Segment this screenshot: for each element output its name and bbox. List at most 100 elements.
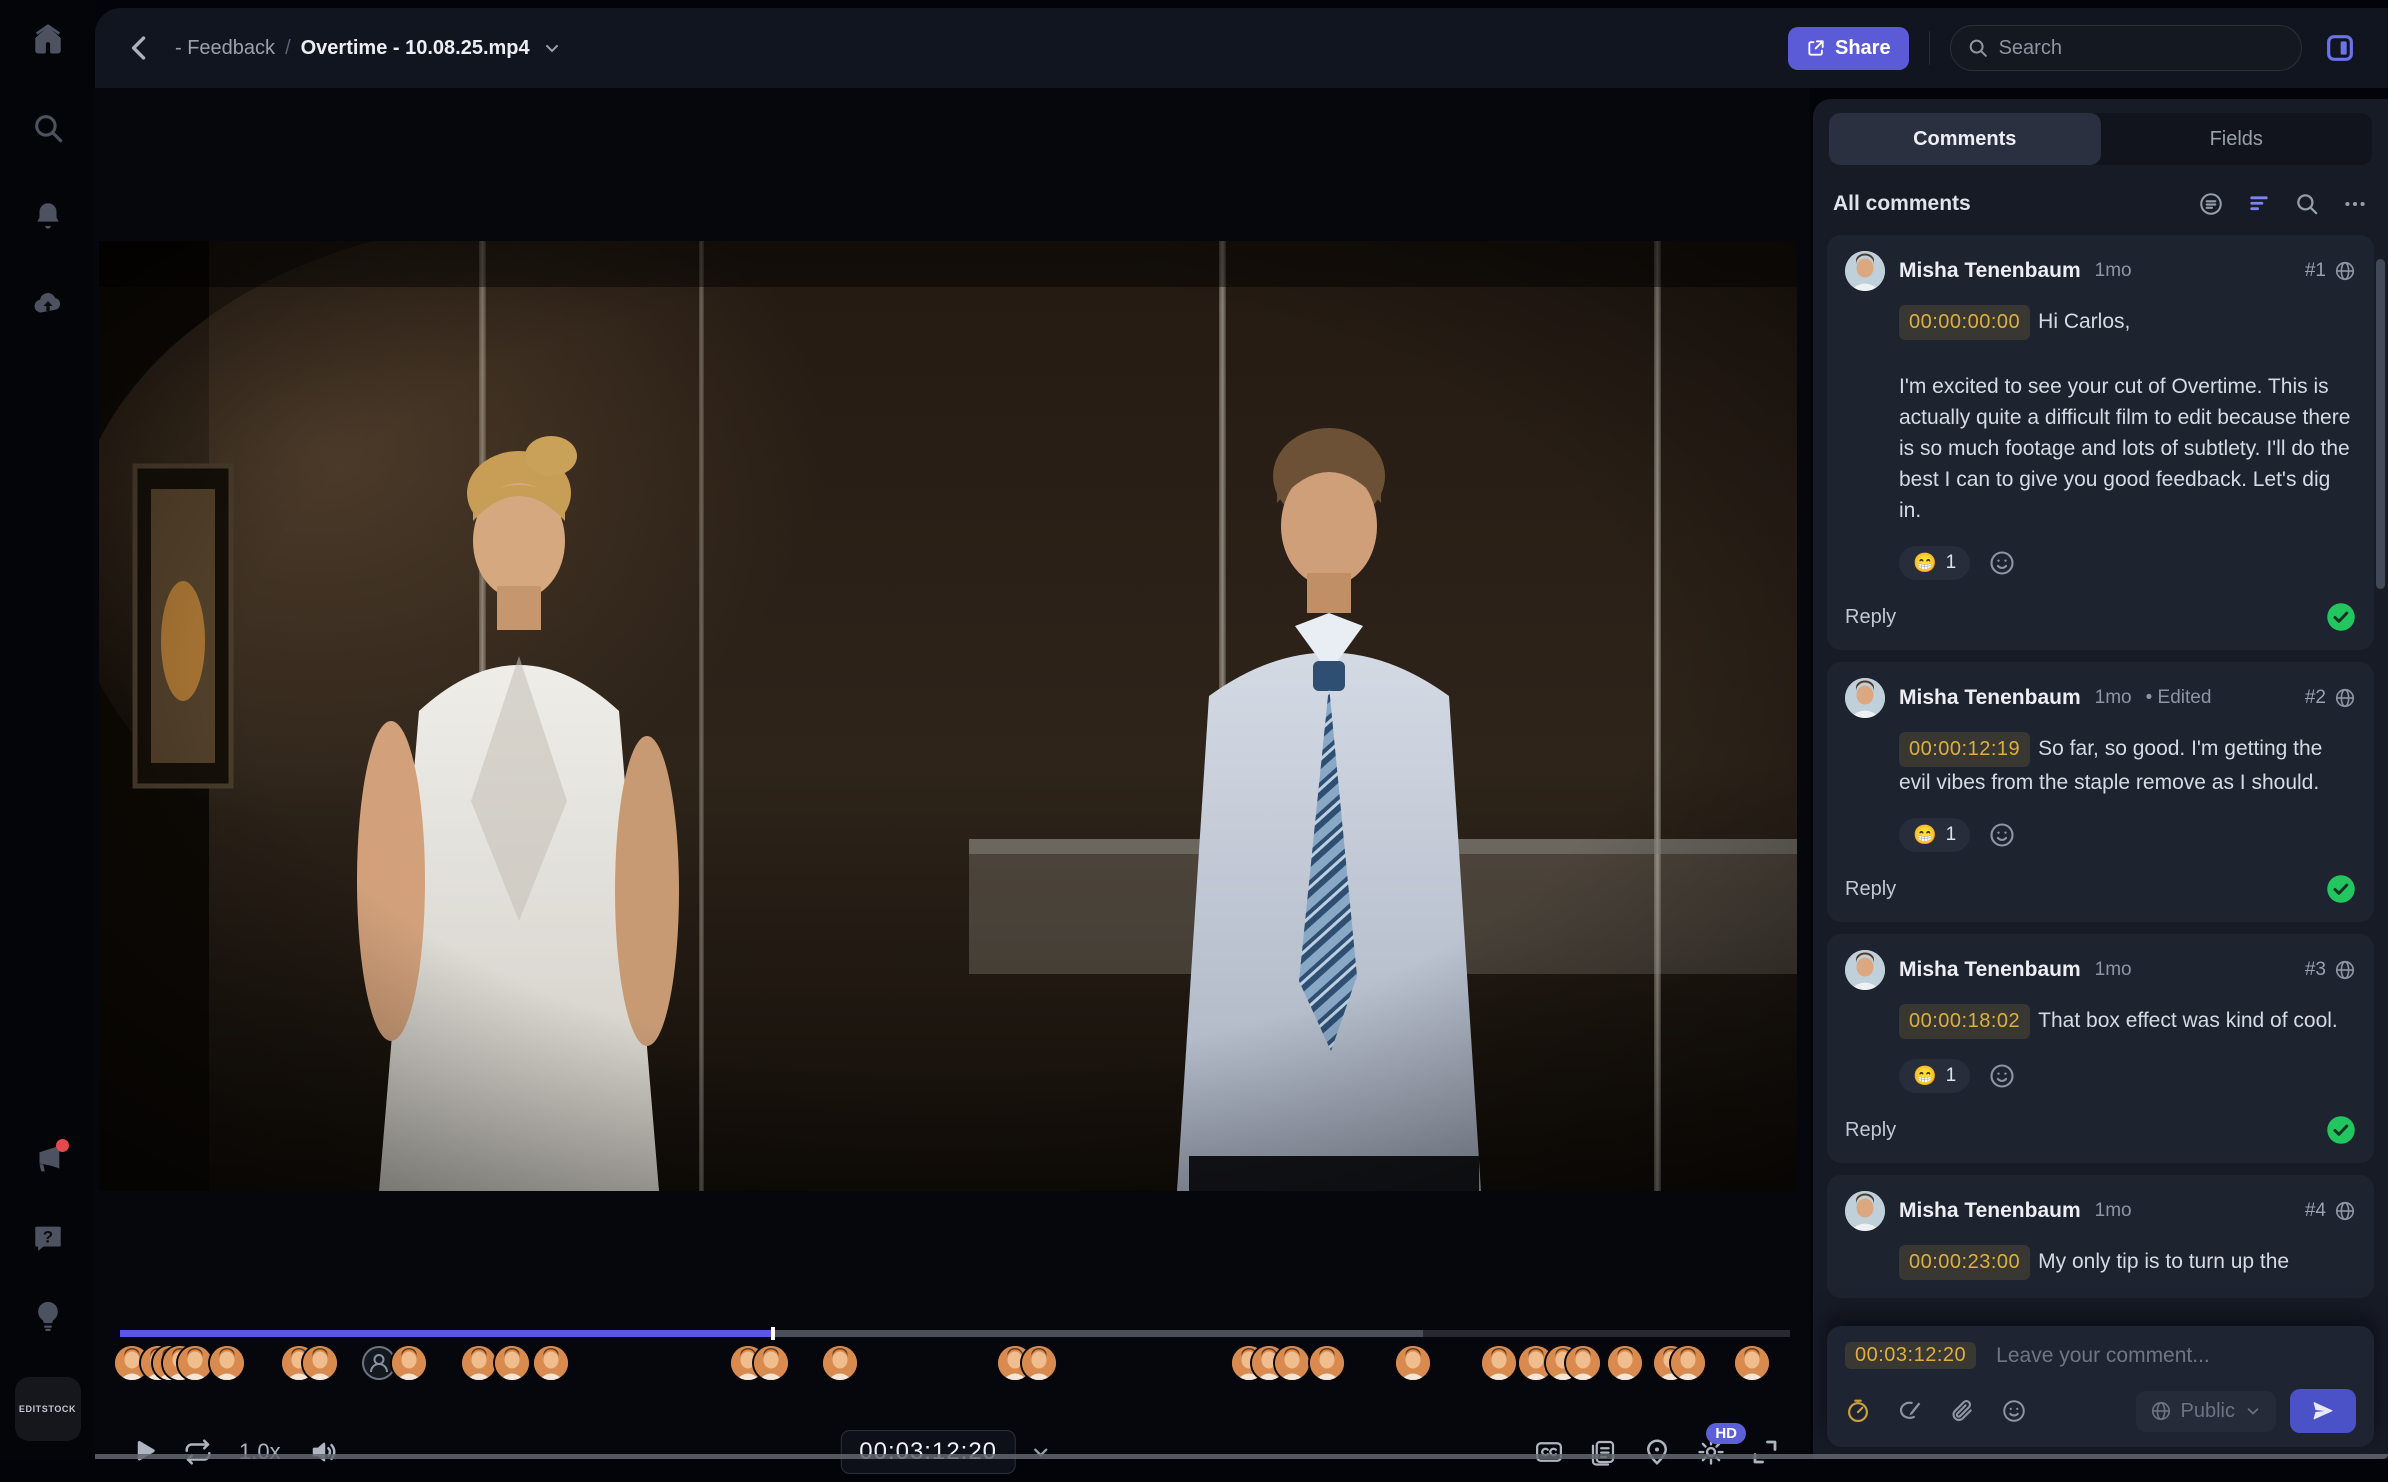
player-controls: 1.0x 00:03:12:20: [95, 1422, 1810, 1482]
play-button[interactable]: [129, 1437, 159, 1467]
comment-marker[interactable]: [210, 1346, 244, 1380]
search-input[interactable]: [1999, 37, 2285, 60]
reply-button[interactable]: Reply: [1845, 878, 1896, 901]
right-panel: Comments Fields All comments: [1810, 88, 2388, 1459]
draw-annotation-icon[interactable]: [1897, 1398, 1923, 1424]
more-options-icon[interactable]: [2342, 191, 2368, 217]
reply-button[interactable]: Reply: [1845, 1119, 1896, 1142]
comment-author[interactable]: Misha Tenenbaum: [1899, 1199, 2081, 1223]
location-marker-button[interactable]: [1642, 1437, 1672, 1467]
settings-gear-button[interactable]: HD: [1696, 1437, 1726, 1467]
comment-card[interactable]: Misha Tenenbaum 1mo #4: [1827, 1175, 2374, 1298]
comment-marker[interactable]: [178, 1346, 212, 1380]
comment-timestamp-chip[interactable]: 00:00:12:19: [1899, 732, 2030, 767]
comment-marker[interactable]: [1022, 1346, 1056, 1380]
help-bubble-icon[interactable]: ?: [31, 1221, 65, 1255]
hd-quality-badge[interactable]: HD: [1706, 1423, 1746, 1444]
send-plane-icon: [2311, 1399, 2335, 1423]
comment-input[interactable]: [1996, 1344, 2356, 1368]
loop-button[interactable]: [183, 1437, 213, 1467]
comment-author[interactable]: Misha Tenenbaum: [1899, 259, 2081, 283]
comment-composer: 00:03:12:20: [1827, 1326, 2374, 1447]
timestamp-toggle-icon[interactable]: [1845, 1398, 1871, 1424]
panel-toggle-icon[interactable]: [2324, 32, 2356, 64]
reaction-pill[interactable]: 😁 1: [1899, 818, 1970, 852]
search-nav-icon[interactable]: [31, 111, 65, 145]
home-icon[interactable]: [31, 23, 65, 57]
comment-timestamp-chip[interactable]: 00:00:00:00: [1899, 305, 2030, 340]
title-chevron-down-icon[interactable]: [542, 38, 562, 58]
timeline-scrubber[interactable]: [120, 1330, 1790, 1337]
comment-card[interactable]: Misha Tenenbaum 1mo #3: [1827, 934, 2374, 1163]
comments-filter-label[interactable]: All comments: [1833, 192, 1971, 216]
visibility-dropdown[interactable]: Public: [2136, 1391, 2276, 1432]
attachment-paperclip-icon[interactable]: [1949, 1398, 1975, 1424]
tab-comments[interactable]: Comments: [1829, 113, 2101, 165]
comment-author[interactable]: Misha Tenenbaum: [1899, 958, 2081, 982]
editstock-logo[interactable]: EDITSTOCK: [15, 1377, 81, 1441]
comment-marker[interactable]: [1396, 1346, 1430, 1380]
add-reaction-icon[interactable]: [1988, 1062, 2016, 1090]
upload-cloud-icon[interactable]: [31, 287, 65, 321]
comment-marker[interactable]: [1608, 1346, 1642, 1380]
breadcrumb-folder[interactable]: - Feedback: [175, 37, 275, 60]
resolve-check-button[interactable]: [2326, 1115, 2356, 1145]
app-window: - Feedback / Overtime - 10.08.25.mp4 Sha…: [95, 8, 2388, 1459]
topbar-divider: [1929, 31, 1930, 65]
composer-timestamp-chip[interactable]: 00:03:12:20: [1845, 1342, 1976, 1369]
comment-display-options-icon[interactable]: [2198, 191, 2224, 217]
reply-button[interactable]: Reply: [1845, 606, 1896, 629]
comment-card[interactable]: Misha Tenenbaum 1mo • Edited #2: [1827, 662, 2374, 922]
reaction-pill[interactable]: 😁 1: [1899, 1059, 1970, 1093]
add-reaction-icon[interactable]: [1988, 821, 2016, 849]
playhead[interactable]: [771, 1327, 775, 1340]
search-icon: [1967, 37, 1989, 59]
comment-marker[interactable]: [534, 1346, 568, 1380]
content-row: 1.0x 00:03:12:20: [95, 88, 2388, 1459]
transcript-button[interactable]: [1588, 1437, 1618, 1467]
comment-marker[interactable]: [1310, 1346, 1344, 1380]
announcements-megaphone-icon[interactable]: [31, 1143, 65, 1177]
timecode-chevron-icon[interactable]: [1030, 1441, 1052, 1463]
sort-filter-icon[interactable]: [2246, 191, 2272, 217]
video-frame[interactable]: [99, 241, 1797, 1191]
comment-author[interactable]: Misha Tenenbaum: [1899, 686, 2081, 710]
comment-marker[interactable]: [362, 1346, 396, 1380]
current-timecode[interactable]: 00:03:12:20: [840, 1430, 1016, 1474]
add-reaction-icon[interactable]: [1988, 549, 2016, 577]
comment-marker[interactable]: [754, 1346, 788, 1380]
notifications-bell-icon[interactable]: [31, 199, 65, 233]
comment-marker[interactable]: [303, 1346, 337, 1380]
search-box[interactable]: [1950, 25, 2302, 71]
reaction-pill[interactable]: 😁 1: [1899, 546, 1970, 580]
comment-marker[interactable]: [1735, 1346, 1769, 1380]
panel-scrollbar[interactable]: [2376, 259, 2385, 589]
comment-marker[interactable]: [823, 1346, 857, 1380]
back-button[interactable]: [123, 31, 157, 65]
send-comment-button[interactable]: [2290, 1389, 2356, 1433]
emoji-picker-icon[interactable]: [2001, 1398, 2027, 1424]
comment-marker[interactable]: [495, 1346, 529, 1380]
share-button[interactable]: Share: [1788, 27, 1909, 70]
comment-card[interactable]: Misha Tenenbaum 1mo #1: [1827, 235, 2374, 650]
comment-timestamp-chip[interactable]: 00:00:23:00: [1899, 1245, 2030, 1280]
tab-fields[interactable]: Fields: [2101, 113, 2373, 165]
comment-marker[interactable]: [392, 1346, 426, 1380]
captions-button[interactable]: [1534, 1437, 1564, 1467]
comment-marker[interactable]: [1482, 1346, 1516, 1380]
comment-marker[interactable]: [1566, 1346, 1600, 1380]
resolve-check-button[interactable]: [2326, 602, 2356, 632]
lightbulb-icon[interactable]: [31, 1299, 65, 1333]
comment-marker[interactable]: [462, 1346, 496, 1380]
comment-timestamp-chip[interactable]: 00:00:18:02: [1899, 1004, 2030, 1039]
comment-marker[interactable]: [1671, 1346, 1705, 1380]
search-comments-icon[interactable]: [2294, 191, 2320, 217]
playback-speed[interactable]: 1.0x: [239, 1439, 281, 1465]
resolve-check-button[interactable]: [2326, 874, 2356, 904]
volume-button[interactable]: [309, 1437, 339, 1467]
public-globe-icon: [2334, 1200, 2356, 1222]
asset-title[interactable]: Overtime - 10.08.25.mp4: [301, 37, 530, 60]
fullscreen-button[interactable]: [1750, 1437, 1780, 1467]
public-globe-icon: [2334, 959, 2356, 981]
comment-marker[interactable]: [1275, 1346, 1309, 1380]
